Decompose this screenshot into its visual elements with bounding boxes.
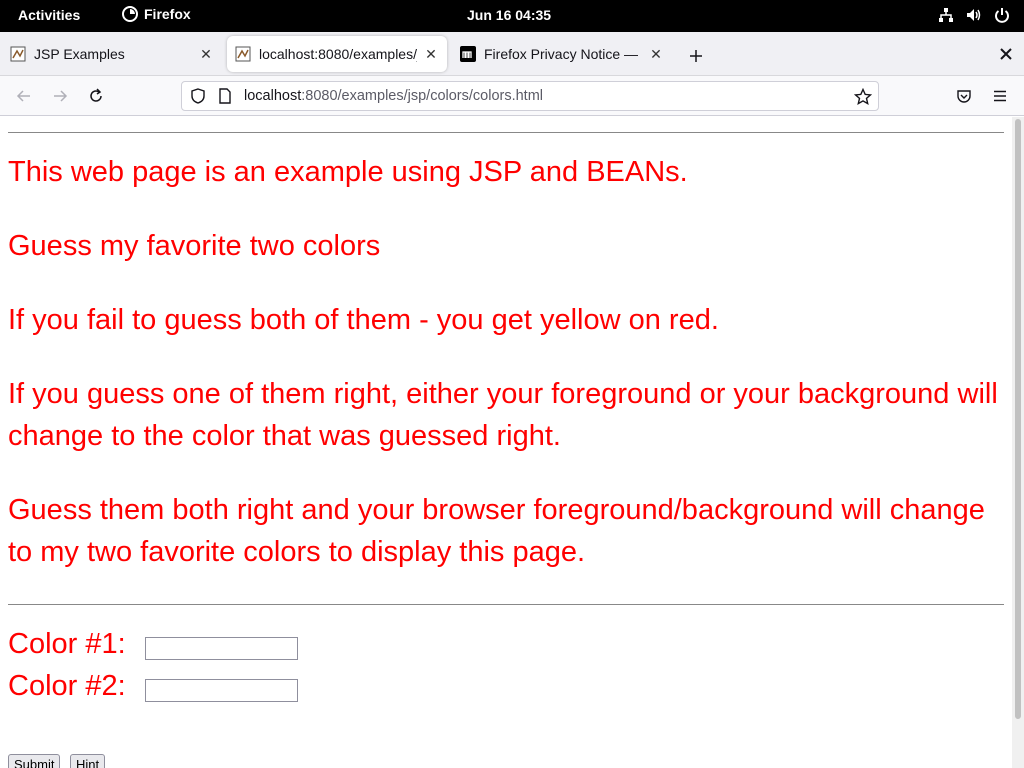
- url-host: localhost: [244, 88, 302, 104]
- tab-title: localhost:8080/examples/jsp/colors/color…: [259, 46, 417, 62]
- close-icon: [1000, 48, 1012, 60]
- activities-button[interactable]: Activities: [18, 7, 80, 23]
- hamburger-menu-icon: [994, 90, 1006, 102]
- arrow-right-icon: [54, 90, 68, 102]
- instruction-paragraph: Guess my favorite two colors: [8, 230, 381, 262]
- pocket-icon: [957, 90, 971, 103]
- tab-privacy-notice[interactable]: Firefox Privacy Notice — Mozilla ✕: [452, 36, 672, 72]
- page-content: This web page is an example using JSP an…: [0, 117, 1012, 768]
- color1-label: Color #1:: [8, 628, 126, 660]
- intro-paragraph: This web page is an example using JSP an…: [8, 156, 688, 188]
- app-menu-button[interactable]: [988, 84, 1012, 108]
- volume-icon: [967, 9, 981, 21]
- both-right-paragraph: Guess them both right and your browser f…: [8, 494, 985, 568]
- tab-title: Firefox Privacy Notice — Mozilla: [484, 46, 642, 62]
- reload-button[interactable]: [84, 84, 108, 108]
- arrow-left-icon: [16, 90, 30, 102]
- back-button[interactable]: [12, 84, 36, 108]
- app-name: Firefox: [144, 6, 191, 22]
- address-bar[interactable]: localhost:8080/examples/jsp/colors/color…: [181, 81, 879, 111]
- forward-button[interactable]: [48, 84, 72, 108]
- tracking-protection-shield-icon[interactable]: [190, 88, 206, 104]
- clock[interactable]: Jun 16 04:35: [467, 7, 551, 23]
- tab-colors[interactable]: localhost:8080/examples/jsp/colors/color…: [227, 36, 447, 72]
- color2-input[interactable]: [145, 679, 298, 702]
- page-info-icon[interactable]: [217, 88, 233, 104]
- tab-close-icon[interactable]: ✕: [198, 46, 214, 62]
- vertical-scrollbar[interactable]: [1012, 117, 1024, 768]
- power-icon: [995, 8, 1009, 23]
- app-menu[interactable]: Firefox: [122, 6, 191, 22]
- navigation-bar: localhost:8080/examples/jsp/colors/color…: [0, 76, 1024, 116]
- horizontal-rule: [8, 132, 1004, 133]
- firefox-icon: [122, 6, 138, 22]
- horizontal-rule: [8, 604, 1004, 605]
- bookmark-star-icon[interactable]: [854, 88, 872, 106]
- reload-icon: [90, 88, 102, 102]
- tab-title: JSP Examples: [34, 46, 125, 62]
- scrollbar-thumb[interactable]: [1015, 119, 1021, 719]
- tab-jsp-examples[interactable]: JSP Examples ✕: [2, 36, 222, 72]
- new-tab-button[interactable]: [684, 44, 708, 68]
- color2-label: Color #2:: [8, 670, 126, 702]
- network-icon: [939, 8, 953, 22]
- mozilla-favicon-icon: [460, 46, 476, 62]
- url-path: :8080/examples/jsp/colors/colors.html: [301, 88, 544, 104]
- system-tray[interactable]: [938, 7, 1010, 23]
- tab-close-icon[interactable]: ✕: [648, 46, 664, 62]
- tab-close-icon[interactable]: ✕: [423, 46, 439, 62]
- hint-button[interactable]: Hint: [70, 754, 106, 768]
- pocket-button[interactable]: [952, 84, 976, 108]
- system-top-bar: Activities Firefox Jun 16 04:35: [0, 0, 1024, 32]
- submit-button[interactable]: Submit: [8, 754, 61, 768]
- window-close-button[interactable]: [996, 44, 1016, 64]
- plus-icon: [690, 50, 702, 62]
- fail-paragraph: If you fail to guess both of them - you …: [8, 304, 719, 336]
- jsp-favicon-icon: [10, 46, 26, 62]
- jsp-favicon-icon: [235, 46, 251, 62]
- color1-input[interactable]: [145, 637, 298, 660]
- tab-strip: JSP Examples ✕ localhost:8080/examples/j…: [0, 32, 1024, 76]
- one-right-paragraph: If you guess one of them right, either y…: [8, 378, 998, 452]
- url-text[interactable]: localhost:8080/examples/jsp/colors/color…: [244, 88, 543, 104]
